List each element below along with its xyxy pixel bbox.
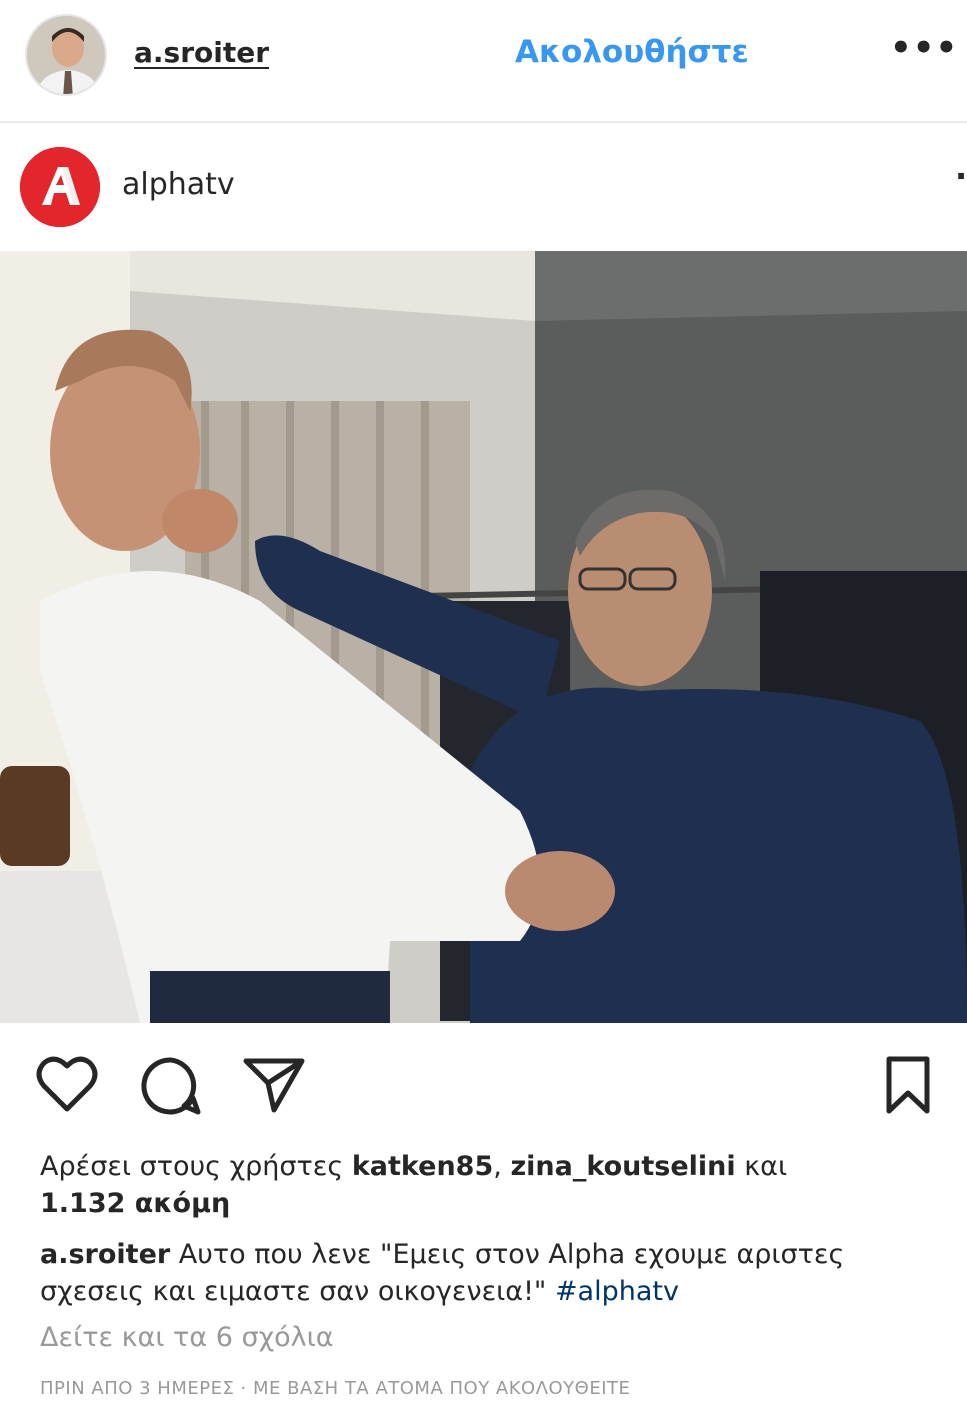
more-icon[interactable]: · [955,157,967,195]
alpha-logo-icon [20,147,100,227]
likes-conjunction: και [744,1151,788,1182]
liker-link[interactable]: katken85 [352,1151,493,1182]
alphatv-logo[interactable] [20,147,100,227]
likes-summary: Αρέσει στους χρήστες katken85, zina_kout… [40,1148,940,1222]
liker-link[interactable]: zina_koutselini [510,1151,735,1182]
more-dots-icon[interactable]: ••• [890,28,958,68]
heart-icon[interactable] [36,1055,98,1117]
photo-illustration [0,251,967,1023]
username-link[interactable]: a.sroiter [134,36,269,69]
post-header: a.sroiter Ακολουθήστε ••• [0,0,967,123]
share-icon[interactable] [242,1055,306,1119]
caption: a.sroiter Αυτο που λενε "Εμεις στον Alph… [40,1236,950,1310]
follow-button[interactable]: Ακολουθήστε [515,34,749,70]
likes-prefix: Αρέσει στους χρήστες [40,1151,344,1182]
post-photo[interactable] [0,251,967,1023]
caption-username[interactable]: a.sroiter [40,1239,170,1270]
hashtag-link[interactable]: #alphatv [555,1276,679,1307]
action-bar [0,1040,967,1130]
post-timestamp: ΠΡΙΝ ΑΠΟ 3 ΗΜΕΡΕΣ · ΜΕ ΒΑΣΗ ΤΑ ΑΤΟΜΑ ΠΟΥ… [40,1378,631,1399]
shared-username[interactable]: alphatv [122,167,235,202]
avatar-image [27,16,105,94]
bookmark-icon[interactable] [884,1055,932,1119]
comment-icon[interactable] [140,1055,202,1121]
likes-separator: , [493,1151,502,1182]
avatar[interactable] [25,14,107,96]
shared-post-header: alphatv · [0,125,967,251]
view-comments-link[interactable]: Δείτε και τα 6 σχόλια [40,1322,334,1353]
likes-count[interactable]: 1.132 ακόμη [40,1188,230,1219]
